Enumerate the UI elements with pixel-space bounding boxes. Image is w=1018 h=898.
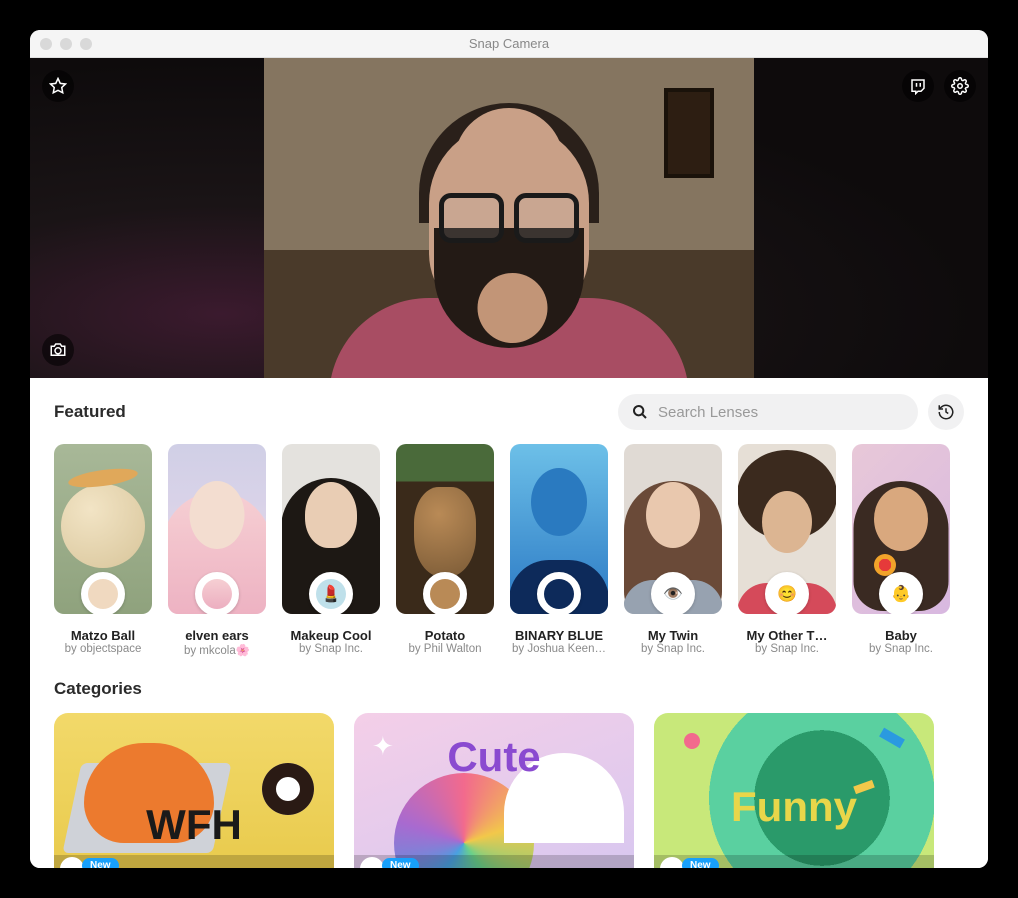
lens-name: elven ears [185, 628, 249, 643]
camera-preview-area [30, 58, 988, 378]
lens-author: by objectspace [65, 643, 142, 655]
lens-avatar: 😊 [765, 572, 809, 614]
category-title: Cute [447, 733, 540, 781]
lens-author: by mkcola🌸 [184, 643, 250, 657]
featured-lenses: Matzo Ball by objectspace elven ears by … [54, 444, 964, 657]
lens-potato[interactable]: Potato by Phil Walton [396, 444, 494, 657]
new-badge: New [382, 858, 419, 868]
lens-author: by Snap Inc. [869, 643, 933, 655]
gear-icon [951, 77, 969, 95]
lens-name: BINARY BLUE [515, 628, 603, 643]
window-title: Snap Camera [30, 36, 988, 51]
search-box[interactable] [618, 394, 918, 430]
twitch-icon [909, 77, 927, 95]
lens-avatar: 👶 [879, 572, 923, 614]
lens-name: My Other T… [747, 628, 828, 643]
lens-elven-ears[interactable]: elven ears by mkcola🌸 [168, 444, 266, 657]
history-icon [937, 403, 955, 421]
lens-name: Matzo Ball [71, 628, 135, 643]
camera-icon [49, 341, 67, 359]
lens-author: by Joshua Keen… [512, 643, 606, 655]
lens-avatar [423, 572, 467, 614]
settings-button[interactable] [944, 70, 976, 102]
lens-author: by Snap Inc. [299, 643, 363, 655]
twitch-button[interactable] [902, 70, 934, 102]
lens-avatar [537, 572, 581, 614]
star-icon [49, 77, 67, 95]
lens-browser: Featured Matzo Ball by objectspace [30, 378, 988, 868]
category-wfh[interactable]: WFH New [54, 713, 334, 868]
lens-matzo-ball[interactable]: Matzo Ball by objectspace [54, 444, 152, 657]
lens-avatar [195, 572, 239, 614]
lens-baby[interactable]: 👶 Baby by Snap Inc. [852, 444, 950, 657]
lens-avatar [81, 572, 125, 614]
lens-my-twin[interactable]: 👁️ My Twin by Snap Inc. [624, 444, 722, 657]
lens-author: by Phil Walton [408, 643, 481, 655]
categories-row: WFH New ✦ Cute New Funny New [54, 713, 964, 868]
search-input[interactable] [658, 404, 904, 421]
lens-avatar: 💄 [309, 572, 353, 614]
new-badge: New [82, 858, 119, 868]
category-title: Funny [731, 783, 857, 831]
capture-button[interactable] [42, 334, 74, 366]
categories-heading: Categories [54, 679, 964, 699]
lens-avatar: 👁️ [651, 572, 695, 614]
history-button[interactable] [928, 394, 964, 430]
lens-name: Potato [425, 628, 465, 643]
camera-feed [264, 58, 754, 378]
category-title: WFH [146, 801, 242, 849]
lens-my-other-twin[interactable]: 😊 My Other T… by Snap Inc. [738, 444, 836, 657]
lens-name: Baby [885, 628, 917, 643]
category-funny[interactable]: Funny New [654, 713, 934, 868]
new-badge: New [682, 858, 719, 868]
lens-name: Makeup Cool [291, 628, 372, 643]
lens-author: by Snap Inc. [641, 643, 705, 655]
lens-makeup-cool[interactable]: 💄 Makeup Cool by Snap Inc. [282, 444, 380, 657]
titlebar: Snap Camera [30, 30, 988, 58]
category-cute[interactable]: ✦ Cute New [354, 713, 634, 868]
lens-author: by Snap Inc. [755, 643, 819, 655]
lens-name: My Twin [648, 628, 698, 643]
app-window: Snap Camera [30, 30, 988, 868]
lens-binary-blue[interactable]: BINARY BLUE by Joshua Keen… [510, 444, 608, 657]
search-icon [632, 404, 648, 420]
featured-heading: Featured [54, 402, 126, 422]
favorite-button[interactable] [42, 70, 74, 102]
